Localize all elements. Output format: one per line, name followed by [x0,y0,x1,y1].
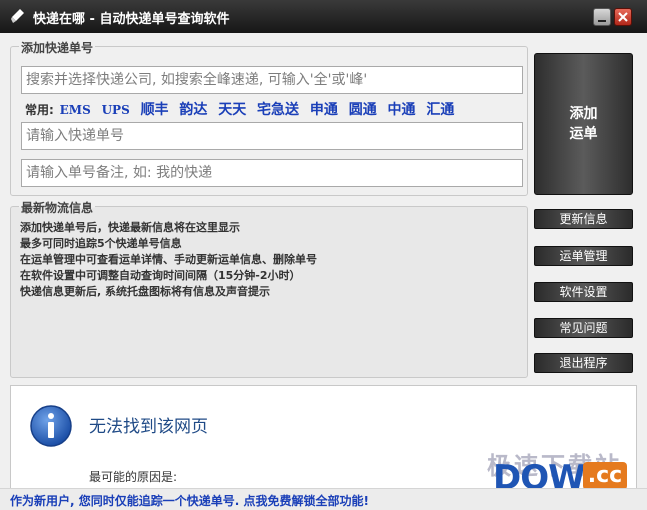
courier-search-input[interactable]: 搜索并选择快递公司, 如搜索全峰速递, 可输入'全'或'峰' [21,66,523,94]
add-waybill-label-1: 添加 [569,106,598,122]
add-waybill-button[interactable]: 添加 运单 [534,53,633,195]
settings-button[interactable]: 软件设置 [534,282,633,302]
courier-link-sf[interactable]: 顺丰 [141,102,169,118]
courier-link-zjs[interactable]: 宅急送 [257,102,299,118]
app-logo-icon [11,9,24,23]
add-tracking-group: 添加快递单号 搜索并选择快递公司, 如搜索全峰速递, 可输入'全'或'峰' 常用… [10,39,528,196]
info-line: 在运单管理中可查看运单详情、手动更新运单信息、删除单号 [20,253,317,266]
update-info-button[interactable]: 更新信息 [534,209,633,229]
window-title: 快递在哪 - 自动快递单号查询软件 [33,12,230,27]
embedded-browser-panel: 无法找到该网页 最可能的原因是: 极速下载站 DOWN .cc [10,385,637,490]
close-button[interactable] [614,8,632,26]
courier-link-ups[interactable]: UPS [102,103,130,117]
faq-button[interactable]: 常见问题 [534,318,633,338]
info-line: 添加快递单号后，快递最新信息将在这里显示 [20,221,240,234]
logistics-info-text: 添加快递单号后，快递最新信息将在这里显示 最多可同时追踪5个快递单号信息 在运单… [20,220,317,300]
info-line: 在软件设置中可调整自动查询时间间隔（15分钟-2小时） [20,269,301,282]
minimize-button[interactable] [593,8,611,26]
common-couriers-row: 常用: EMS UPS 顺丰 韵达 天天 宅急送 申通 圆通 中通 汇通 [25,99,521,118]
remark-input[interactable]: 请输入单号备注, 如: 我的快递 [21,159,523,187]
common-couriers-label: 常用: [25,103,54,117]
watermark-cc-badge: .cc [583,462,627,490]
courier-link-yunda[interactable]: 韵达 [179,102,207,118]
status-bar: 作为新用户, 您同时仅能追踪一个快递单号. 点我免费解锁全部功能! [0,488,647,510]
courier-link-yto[interactable]: 圆通 [349,102,377,118]
title-bar: 快递在哪 - 自动快递单号查询软件 [0,0,647,33]
unlock-features-link[interactable]: 作为新用户, 您同时仅能追踪一个快递单号. 点我免费解锁全部功能! [10,492,369,509]
waybill-manage-button[interactable]: 运单管理 [534,246,633,266]
courier-link-sto[interactable]: 申通 [310,102,338,118]
courier-link-ems[interactable]: EMS [60,103,91,117]
logistics-info-group: 最新物流信息 添加快递单号后，快递最新信息将在这里显示 最多可同时追踪5个快递单… [10,199,528,378]
courier-link-htky[interactable]: 汇通 [426,102,454,118]
add-tracking-legend: 添加快递单号 [19,39,96,56]
possible-reasons-label: 最可能的原因是: [89,470,178,484]
logistics-info-legend: 最新物流信息 [19,199,96,216]
watermark-logo: 极速下载站 DOWN .cc [487,446,637,490]
exit-button[interactable]: 退出程序 [534,353,633,373]
minimize-icon [598,20,606,22]
add-waybill-label-2: 运单 [569,126,598,142]
courier-link-tiantian[interactable]: 天天 [218,102,246,118]
courier-link-zto[interactable]: 中通 [388,102,416,118]
tracking-number-input[interactable]: 请输入快递单号 [21,122,523,150]
page-error-title: 无法找到该网页 [89,417,208,437]
info-line: 快递信息更新后, 系统托盘图标将有信息及声音提示 [20,285,271,298]
close-icon [618,12,628,22]
main-window-body: 添加快递单号 搜索并选择快递公司, 如搜索全峰速递, 可输入'全'或'峰' 常用… [0,33,647,510]
info-line: 最多可同时追踪5个快递单号信息 [20,237,182,250]
info-icon [30,405,72,447]
